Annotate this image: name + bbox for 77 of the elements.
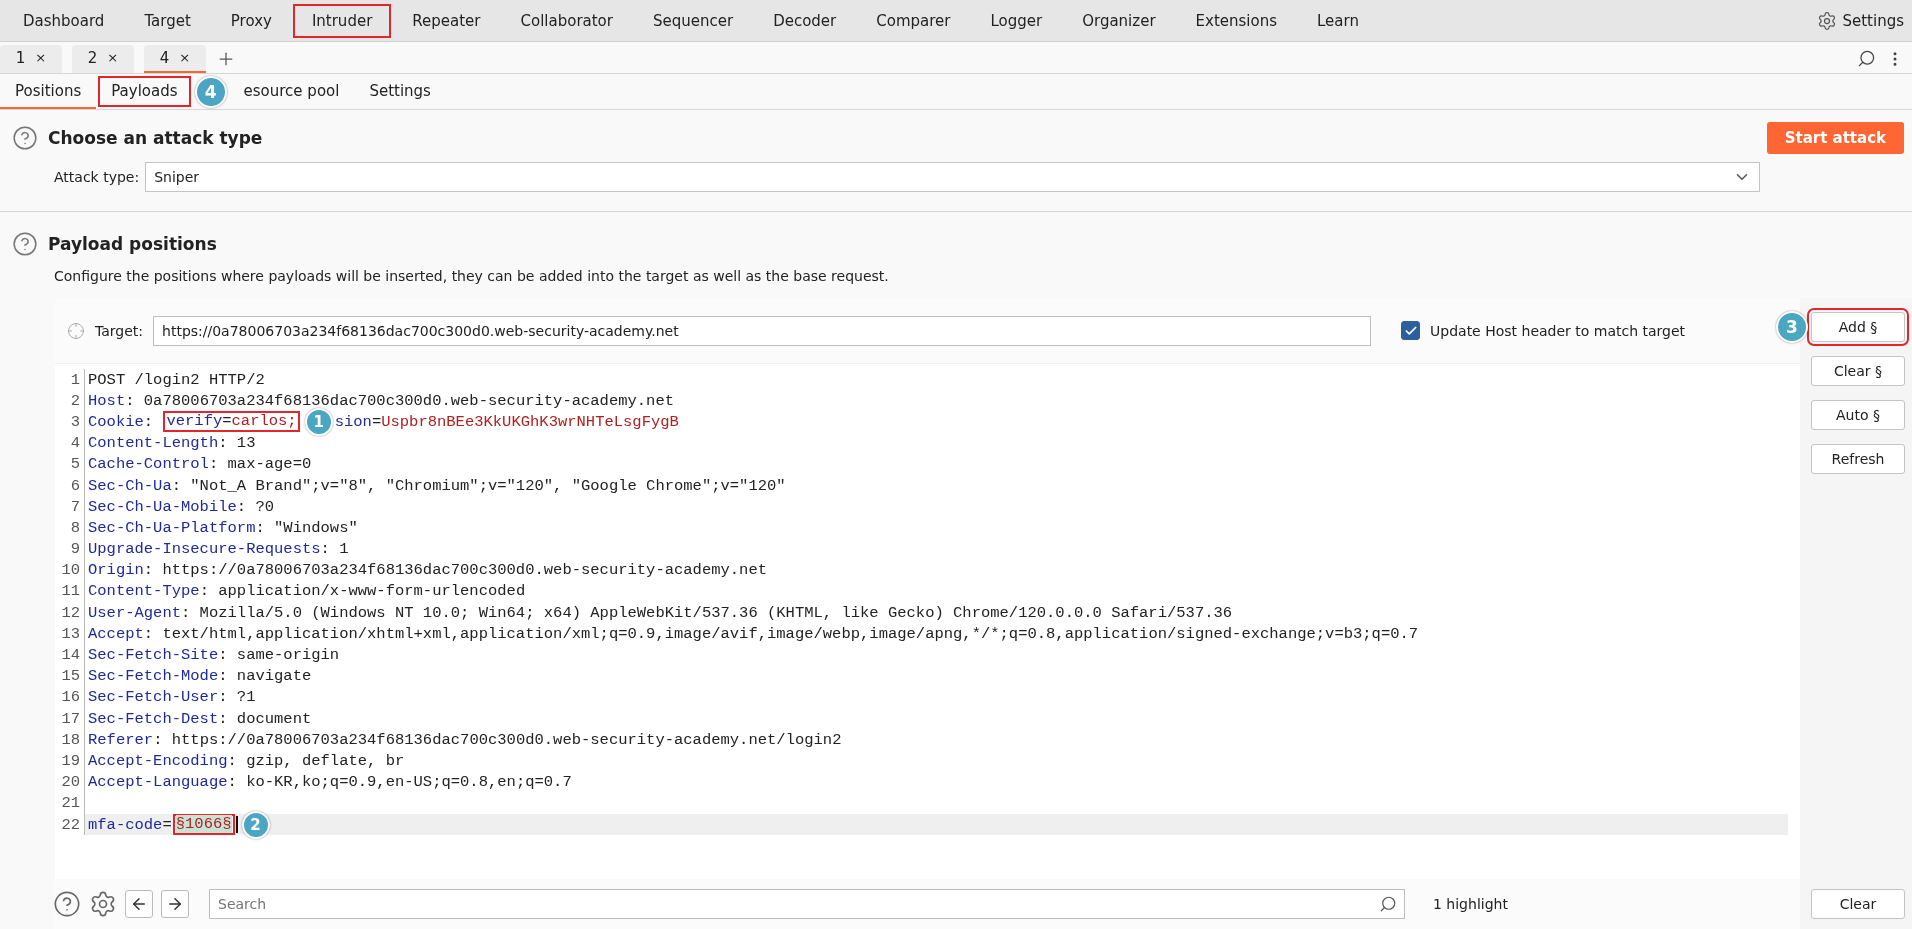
highlight-box: §1066§ (172, 814, 235, 836)
forward-button[interactable] (161, 890, 189, 918)
menu-tab[interactable]: Proxy (211, 3, 291, 38)
action-button[interactable]: Clear § (1811, 356, 1905, 386)
target-field[interactable]: https://0a78006703a234f68136dac700c300d0.web-security-academy.net (153, 315, 1372, 346)
search-icon[interactable] (1379, 895, 1397, 913)
help-icon[interactable] (12, 125, 38, 151)
menu-tab[interactable]: Sequencer (633, 3, 753, 38)
code-text: POST /login2 HTTP/2 (88, 370, 265, 389)
menu-tab[interactable]: Organizer (1063, 3, 1175, 38)
menu-tab[interactable]: Learn (1298, 3, 1378, 38)
clear-button[interactable]: Clear (1811, 889, 1905, 919)
section-description: Configure the positions where payloads will be inserted, they can be added into the target as well as the base request. (53, 268, 890, 284)
callout-badge: 2 (241, 810, 270, 839)
code-text: Sec-Ch-Ua: "Not_A Brand";v="8", "Chromium";v="120", "Google Chrome";v="120" (88, 476, 786, 495)
request-tab[interactable]: 1 × (0, 44, 62, 73)
code-text: Accept-Language: ko-KR,ko;q=0.9,en-US;q=0.8,en;q=0.7 (88, 773, 572, 792)
checkbox[interactable] (1401, 321, 1421, 340)
line-number: 22 (55, 813, 85, 836)
section-title: Choose an attack type (48, 128, 263, 148)
code-text: Sec-Fetch-Mode: navigate (88, 667, 312, 686)
code-text: Upgrade-Insecure-Requests: 1 (88, 540, 349, 559)
search-icon[interactable] (1857, 49, 1876, 68)
callout-badge: 4 (194, 75, 227, 108)
search-field[interactable]: Search (209, 889, 1405, 919)
menu-tab[interactable]: Target (125, 3, 210, 38)
checkbox-label: Update Host header to match target (1430, 322, 1686, 339)
callout-badge: 3 (1776, 311, 1808, 343)
code-text: Accept: text/html,application/xhtml+xml,application/xml;q=0.9,image/avif,image/webp,image/apng,*/*;q=0.8,application/signed-exchange;v=b3;q=0.7 (88, 624, 1419, 643)
sub-tab[interactable]: Positions (0, 74, 97, 109)
code-text: mfa-code= (88, 815, 172, 834)
request-tab[interactable]: 4 × (144, 44, 206, 73)
code-text: Sec-Fetch-User: ?1 (88, 688, 256, 707)
action-button[interactable]: Auto § (1811, 400, 1905, 430)
menu-tab[interactable]: Repeater (393, 3, 500, 38)
settings-button[interactable]: Settings (1817, 10, 1908, 31)
field-label: Attack type: (54, 169, 140, 185)
section-title: Payload positions (48, 234, 217, 254)
help-icon[interactable] (12, 231, 38, 257)
menu-tab[interactable]: Collaborator (501, 3, 632, 38)
sub-tab[interactable]: Payloads (96, 74, 193, 109)
attack-type-select[interactable]: Sniper (145, 162, 1761, 192)
code-text: Sec-Fetch-Site: same-origin (88, 646, 340, 665)
settings-icon[interactable] (89, 890, 117, 918)
code-text: Content-Length: 13 (88, 434, 256, 453)
menu-tab[interactable]: Decoder (754, 3, 856, 38)
callout-badge: 1 (304, 407, 333, 436)
menu-tab[interactable]: Intruder (292, 3, 392, 38)
code-text: Sec-Fetch-Dest: document (88, 709, 312, 728)
sub-tab[interactable]: Settings (354, 74, 446, 109)
code-text: User-Agent: Mozilla/5.0 (Windows NT 10.0; Win64; x64) AppleWebKit/537.36 (KHTML, like Gecko) Chrome/120.0.0.0 Safari/537.36 (88, 603, 1233, 622)
request-tab[interactable]: 2 × (72, 44, 134, 73)
menu-tab[interactable]: Comparer (857, 3, 970, 38)
code-text: sion=Uspbr8nBEe3KkUKGhK3wrNHTeLsgFygB (334, 412, 679, 431)
code-text: Host: 0a78006703a234f68136dac700c300d0.web-security-academy.net (88, 391, 674, 410)
code-text: Referer: https://0a78006703a234f68136dac700c300d0.web-security-academy.net/login2 (88, 730, 842, 749)
code-text: Origin: https://0a78006703a234f68136dac700c300d0.web-security-academy.net (88, 561, 767, 580)
highlight-count: 1 highlight (1433, 896, 1508, 912)
crosshair-icon (67, 321, 85, 340)
code-text: Cookie: (88, 412, 155, 431)
gear-icon (1817, 10, 1838, 31)
menu-tab[interactable]: Logger (971, 3, 1062, 38)
action-button[interactable]: Refresh (1811, 444, 1905, 474)
sub-tab[interactable]: esource pool (228, 74, 355, 109)
code-text: Content-Type: application/x-www-form-urlencoded (88, 582, 526, 601)
highlight-box: verify=carlos; (163, 411, 300, 433)
text-cursor (235, 816, 238, 834)
help-icon[interactable] (53, 890, 81, 918)
code-text: Sec-Ch-Ua-Platform: "Windows" (88, 518, 358, 537)
code-text: Accept-Encoding: gzip, deflate, br (88, 751, 405, 770)
arrow-right-icon (166, 895, 184, 913)
code-text: Cache-Control: max-age=0 (88, 455, 312, 474)
code-text: Sec-Ch-Ua-Mobile: ?0 (88, 497, 275, 516)
field-label: Target: (95, 322, 144, 339)
back-button[interactable] (125, 890, 153, 918)
menu-tab[interactable]: Dashboard (4, 3, 124, 38)
menu-tab[interactable]: Extensions (1176, 3, 1296, 38)
